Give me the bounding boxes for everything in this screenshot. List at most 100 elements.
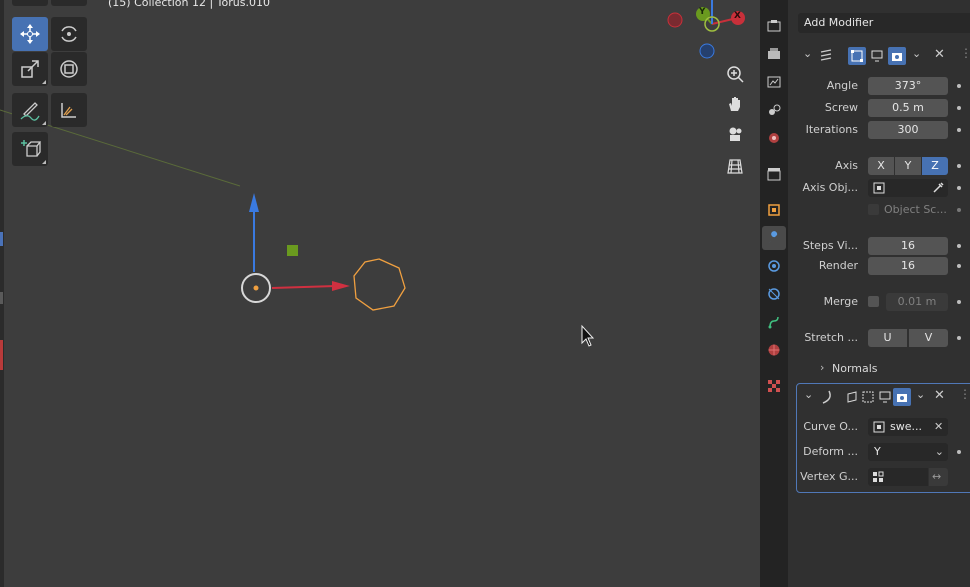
collapse-chevron-icon[interactable]: ⌄	[804, 388, 813, 401]
select-box-tool[interactable]	[12, 0, 48, 6]
move-tool[interactable]	[12, 17, 48, 51]
edit-mode-toggle[interactable]	[859, 388, 877, 406]
rotate-tool[interactable]	[51, 17, 87, 51]
screw-field[interactable]: 0.5 m	[868, 99, 948, 117]
3d-viewport[interactable]: (15) Collection 12 | Torus.010 Y X	[0, 0, 757, 587]
data-icon	[768, 344, 780, 356]
render-steps-label: Render	[818, 259, 858, 272]
tab-texture[interactable]	[762, 374, 786, 398]
deform-axis-label: Deform ...	[803, 445, 858, 458]
screw-modifier-icon	[820, 49, 832, 61]
curve-modifier-panel: ⌄ ⌄ ✕ ⋮⋮ Curve O... swe... ✕ Deform ... …	[796, 383, 970, 493]
tab-world[interactable]	[762, 162, 786, 186]
transform-tool[interactable]	[51, 52, 87, 86]
axis-y-button[interactable]: Y	[895, 157, 921, 175]
object-type-icon	[873, 421, 885, 433]
measure-tool[interactable]	[51, 93, 87, 127]
camera-view-button[interactable]	[723, 122, 747, 146]
merge-checkbox[interactable]	[868, 296, 879, 307]
tab-render[interactable]	[762, 42, 786, 66]
keyframe-dot[interactable]	[957, 164, 961, 168]
merge-label: Merge	[823, 295, 858, 308]
tab-output[interactable]	[762, 70, 786, 94]
gizmo-neg-z	[699, 43, 715, 59]
viewport-toggle[interactable]	[868, 47, 886, 65]
tab-view-layer[interactable]	[762, 98, 786, 122]
zoom-button[interactable]	[723, 62, 747, 86]
z-arrow-head	[249, 193, 259, 212]
scale-tool[interactable]	[12, 52, 48, 86]
tab-scene[interactable]	[762, 126, 786, 150]
selected-heptagon	[353, 258, 406, 311]
render-toggle[interactable]	[893, 388, 911, 406]
curve-object-field[interactable]: swe... ✕	[868, 418, 948, 436]
stretch-u-button[interactable]: U	[868, 329, 907, 347]
grid-icon	[727, 159, 743, 174]
keyframe-dot[interactable]	[957, 84, 961, 88]
drag-handle-icon[interactable]: ⋮⋮	[960, 46, 970, 60]
collapse-chevron-icon[interactable]: ⌄	[803, 47, 812, 60]
monitor-icon	[871, 50, 883, 62]
annotate-tool[interactable]	[12, 93, 48, 127]
keyframe-dot[interactable]	[957, 186, 961, 190]
modifier-menu-chevron-icon[interactable]: ⌄	[916, 388, 925, 401]
keyframe-dot[interactable]	[957, 264, 961, 268]
object-screw-row: Object Sc...	[788, 200, 970, 220]
axis-object-row: Axis Obj...	[788, 178, 970, 198]
tab-physics[interactable]	[762, 282, 786, 306]
cursor-tool[interactable]	[51, 0, 87, 6]
navigation-gizmo[interactable]	[660, 0, 757, 70]
deform-axis-dropdown[interactable]: Y ⌄	[868, 443, 948, 461]
tab-data[interactable]	[762, 338, 786, 362]
deform-axis-row: Deform ... Y ⌄	[788, 442, 970, 462]
keyframe-dot[interactable]	[957, 208, 961, 212]
remove-modifier-icon[interactable]: ✕	[934, 388, 945, 403]
add-cube-tool[interactable]	[12, 132, 48, 166]
axis-z-button[interactable]: Z	[922, 157, 948, 175]
merge-distance-field[interactable]: 0.01 m	[886, 293, 948, 311]
clear-field-icon[interactable]: ✕	[934, 418, 943, 436]
tab-particles[interactable]	[762, 254, 786, 278]
tab-tool[interactable]	[762, 14, 786, 38]
tab-constraints[interactable]	[762, 310, 786, 334]
tab-modifiers[interactable]	[762, 226, 786, 250]
object-screw-checkbox[interactable]	[868, 204, 879, 215]
invert-vertex-group-button[interactable]: ↔	[929, 468, 948, 486]
axis-x-button[interactable]: X	[868, 157, 894, 175]
tab-object[interactable]	[762, 198, 786, 222]
iterations-field[interactable]: 300	[868, 121, 948, 139]
axis-object-field[interactable]	[868, 179, 948, 197]
pan-button[interactable]	[723, 92, 747, 116]
curve-object-value: swe...	[890, 420, 922, 433]
particles-icon	[768, 260, 780, 272]
scale-icon	[21, 60, 39, 78]
angle-field[interactable]: 373°	[868, 77, 948, 95]
keyframe-dot[interactable]	[957, 300, 961, 304]
camera-render-icon	[897, 394, 907, 402]
viewport-toggle[interactable]	[876, 388, 894, 406]
render-toggle[interactable]	[888, 47, 906, 65]
vertex-group-field[interactable]	[868, 468, 928, 486]
keyframe-dot[interactable]	[957, 244, 961, 248]
vertex-group-icon	[873, 471, 884, 482]
ortho-toggle-button[interactable]	[723, 154, 747, 178]
keyframe-dot[interactable]	[957, 450, 961, 454]
normals-subpanel[interactable]: › Normals	[788, 359, 970, 379]
select-box-icon	[20, 0, 40, 1]
steps-viewport-field[interactable]: 16	[868, 237, 948, 255]
keyframe-dot[interactable]	[957, 336, 961, 340]
drag-handle-icon[interactable]: ⋮⋮	[959, 387, 970, 401]
axis-object-label: Axis Obj...	[802, 181, 858, 194]
edit-mode-icon	[862, 391, 874, 403]
keyframe-dot[interactable]	[957, 128, 961, 132]
edit-mode-toggle[interactable]	[848, 47, 866, 65]
stretch-v-button[interactable]: V	[909, 329, 948, 347]
add-modifier-dropdown[interactable]: Add Modifier	[798, 13, 970, 33]
gizmo-neg-x	[667, 12, 683, 28]
modifier-menu-chevron-icon[interactable]: ⌄	[912, 47, 921, 60]
render-steps-field[interactable]: 16	[868, 257, 948, 275]
remove-modifier-icon[interactable]: ✕	[934, 47, 945, 62]
camera-render-icon	[892, 53, 902, 61]
keyframe-dot[interactable]	[957, 106, 961, 110]
eyedropper-icon[interactable]	[932, 182, 944, 194]
